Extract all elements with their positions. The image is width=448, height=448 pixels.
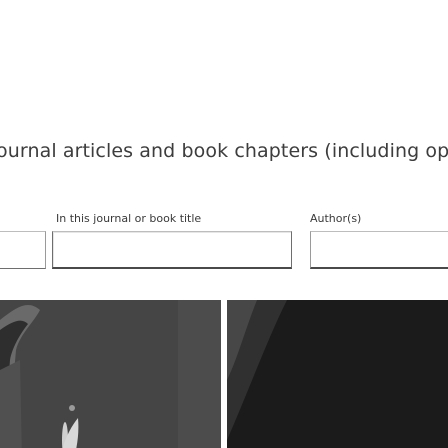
author-label: Author(s)	[310, 212, 362, 225]
page: ournal articles and book chapters (inclu…	[0, 0, 448, 448]
left-photo-graphic	[0, 300, 221, 448]
right-photo-graphic	[227, 300, 448, 448]
keywords-input[interactable]	[0, 231, 46, 269]
journal-title-label: In this journal or book title	[56, 212, 202, 225]
journal-title-input[interactable]	[52, 231, 292, 269]
author-input[interactable]	[310, 231, 448, 269]
promo-image-right[interactable]	[227, 300, 448, 448]
search-headline: ournal articles and book chapters (inclu…	[0, 140, 448, 162]
promo-image-left[interactable]	[0, 300, 221, 448]
